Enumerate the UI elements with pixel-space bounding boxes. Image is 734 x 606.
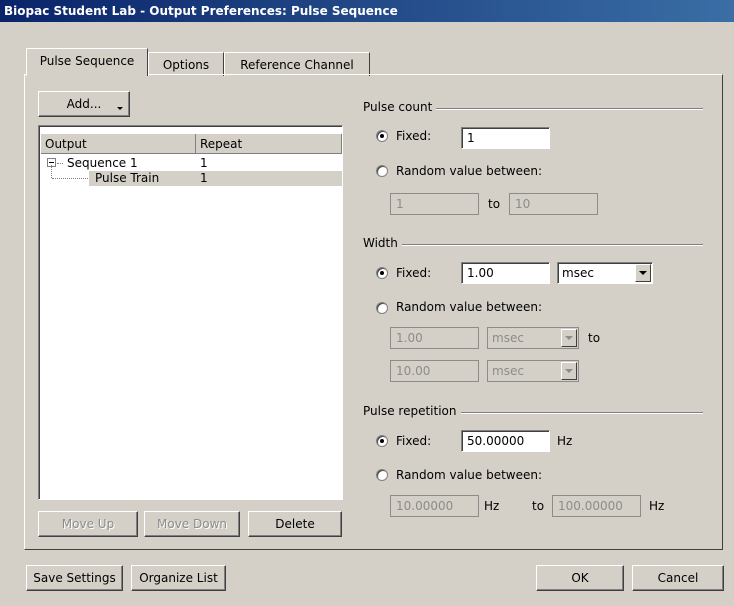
width-group-label: Width: [363, 236, 402, 250]
output-list[interactable]: Output Repeat Sequence 1 1 Pulse Train 1: [38, 125, 343, 500]
pulse-repetition-random-min-input[interactable]: 10.00000: [390, 495, 479, 517]
pulse-repetition-random-label: Random value between:: [396, 468, 543, 482]
pulse-repetition-fixed-radio[interactable]: [376, 435, 388, 447]
width-random-max-unit-select[interactable]: msec: [487, 360, 579, 382]
pulse-count-random-radio[interactable]: [376, 165, 388, 177]
row-output: Pulse Train: [95, 171, 160, 185]
tree-connector: [57, 163, 63, 164]
pulse-repetition-fixed-unit: Hz: [557, 434, 573, 448]
pulse-repetition-random-min-unit: Hz: [484, 499, 500, 513]
pulse-count-random-label: Random value between:: [396, 164, 543, 178]
width-to-label: to: [588, 331, 601, 345]
output-preferences-window: Biopac Student Lab - Output Preferences:…: [0, 0, 734, 606]
width-random-max-unit-value: msec: [492, 364, 524, 378]
pulse-count-random-max-input[interactable]: 10: [509, 193, 598, 215]
tree-connector: [51, 165, 53, 178]
tree-connector: [52, 178, 90, 179]
column-header-output[interactable]: Output: [41, 134, 196, 154]
pulse-repetition-random-max-unit: Hz: [649, 499, 665, 513]
pulse-count-to-label: to: [488, 197, 501, 211]
width-fixed-input[interactable]: 1.00: [461, 262, 550, 284]
width-fixed-unit-value: msec: [562, 266, 594, 280]
chevron-down-icon[interactable]: [635, 264, 651, 282]
table-row[interactable]: Sequence 1 1: [43, 156, 340, 171]
width-random-min-input[interactable]: 1.00: [390, 327, 479, 349]
pulse-repetition-fixed-input[interactable]: 50.00000: [461, 430, 550, 452]
row-repeat: 1: [200, 156, 208, 170]
cancel-button[interactable]: Cancel: [632, 565, 724, 591]
pulse-repetition-to-label: to: [532, 499, 545, 513]
row-repeat: 1: [200, 171, 208, 185]
pulse-repetition-fixed-label: Fixed:: [396, 434, 432, 448]
width-random-min-unit-select[interactable]: msec: [487, 327, 579, 349]
tab-reference-channel[interactable]: Reference Channel: [224, 52, 370, 76]
ok-button[interactable]: OK: [536, 565, 624, 591]
chevron-down-icon[interactable]: [561, 362, 577, 380]
pulse-repetition-random-radio[interactable]: [376, 469, 388, 481]
width-fixed-radio[interactable]: [376, 267, 388, 279]
window-title: Biopac Student Lab - Output Preferences:…: [0, 0, 734, 22]
width-fixed-unit-select[interactable]: msec: [557, 262, 653, 284]
add-button-label: Add...: [66, 97, 102, 111]
table-row[interactable]: Pulse Train 1: [43, 165, 342, 186]
pulse-count-fixed-input[interactable]: 1: [461, 127, 550, 149]
column-header-repeat[interactable]: Repeat: [196, 134, 342, 154]
width-random-min-unit-value: msec: [492, 331, 524, 345]
add-button[interactable]: Add...: [38, 91, 130, 117]
tab-options[interactable]: Options: [148, 52, 224, 76]
pulse-repetition-random-max-input[interactable]: 100.00000: [552, 495, 641, 517]
pulse-count-random-min-input[interactable]: 1: [390, 193, 479, 215]
group-divider: [363, 244, 703, 246]
organize-list-button[interactable]: Organize List: [131, 565, 226, 591]
pulse-count-group-label: Pulse count: [363, 100, 437, 114]
width-random-radio[interactable]: [376, 302, 388, 314]
pulse-count-fixed-label: Fixed:: [396, 129, 432, 143]
pulse-repetition-group-label: Pulse repetition: [363, 404, 461, 418]
tab-pulse-sequence[interactable]: Pulse Sequence: [26, 48, 148, 76]
chevron-down-icon[interactable]: [561, 329, 577, 347]
width-random-max-input[interactable]: 10.00: [390, 360, 479, 382]
width-random-label: Random value between:: [396, 300, 543, 314]
delete-button[interactable]: Delete: [248, 511, 342, 537]
save-settings-button[interactable]: Save Settings: [26, 565, 123, 591]
move-up-button[interactable]: Move Up: [38, 511, 138, 537]
row-output: Sequence 1: [67, 156, 138, 170]
move-down-button[interactable]: Move Down: [144, 511, 240, 537]
width-fixed-label: Fixed:: [396, 266, 432, 280]
dropdown-arrow-icon: [117, 107, 123, 110]
pulse-count-fixed-radio[interactable]: [376, 130, 388, 142]
